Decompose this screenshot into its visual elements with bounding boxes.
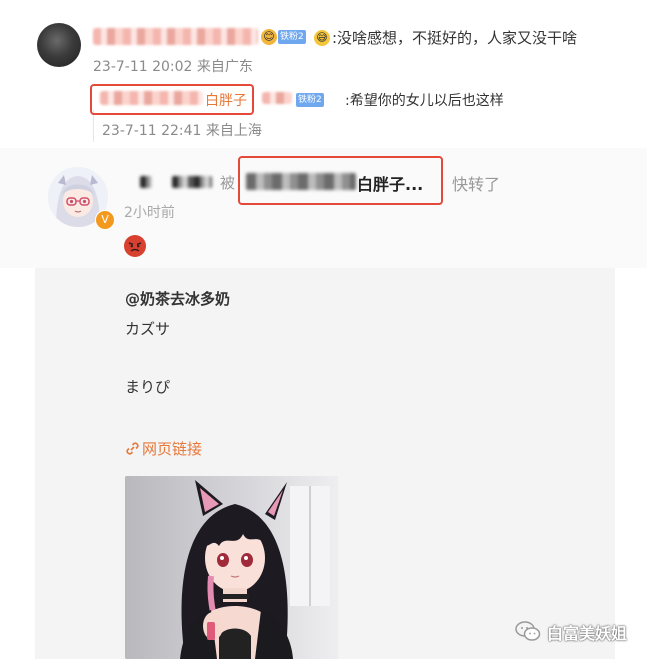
commenter-name-redacted[interactable] <box>93 28 258 45</box>
comment-body: 😅 :没啥感想，不挺好的，人家又没干啥 <box>314 27 577 48</box>
repost-target-name-redacted[interactable] <box>246 173 356 190</box>
comment-meta: 23-7-11 20:02 来自广东 <box>93 56 253 76</box>
post-image[interactable] <box>125 476 338 659</box>
commenter-avatar[interactable] <box>37 23 81 67</box>
repost-target-name[interactable]: 白胖子... <box>357 171 423 195</box>
reply-time: 23-7-11 22:41 <box>102 123 202 139</box>
reply-text: :希望你的女儿以后也这样 <box>345 93 504 109</box>
post-author[interactable]: @奶茶去冰多奶 <box>125 288 230 309</box>
web-link[interactable]: 网页链接 <box>125 438 202 459</box>
link-icon <box>126 442 139 455</box>
comment-text: :没啥感想，不挺好的，人家又没干啥 <box>332 29 578 47</box>
repost-action: 快转了 <box>452 175 501 194</box>
angry-face-icon <box>125 236 145 256</box>
anime-girl-image <box>125 476 338 659</box>
post-line-2: まりぴ <box>125 378 171 396</box>
fan-level-badge: 铁粉2 <box>278 30 306 44</box>
reply-meta: 23-7-11 22:41 来自上海 <box>102 120 262 140</box>
post-line-1: カズサ <box>125 320 171 338</box>
comment-location: 来自广东 <box>196 59 253 75</box>
reply-fan-badge: 铁粉2 <box>296 93 324 107</box>
watermark-text: 白富美妖姐 <box>547 624 628 643</box>
wechat-watermark-icon <box>515 620 541 642</box>
reply-name-tail-redacted <box>262 92 292 104</box>
wechat-icon <box>515 621 541 641</box>
verified-v-icon: V <box>95 210 115 230</box>
reply-location: 来自上海 <box>205 123 262 139</box>
fan-emoji-icon: 😊 <box>261 29 277 45</box>
repost-name-redacted-a <box>140 176 152 188</box>
sweat-smile-emoji-icon: 😅 <box>314 29 330 46</box>
reply-name-redacted[interactable] <box>100 91 203 105</box>
repost-by-label: 被 <box>220 174 236 192</box>
angry-emoji-icon <box>124 235 146 257</box>
comment-time: 23-7-11 20:02 <box>93 59 193 75</box>
repost-time: 2小时前 <box>124 205 175 221</box>
web-link-text[interactable]: 网页链接 <box>142 438 202 459</box>
repost-name-redacted-b <box>172 176 212 188</box>
reply-name-visible[interactable]: 白胖子 <box>205 90 247 110</box>
